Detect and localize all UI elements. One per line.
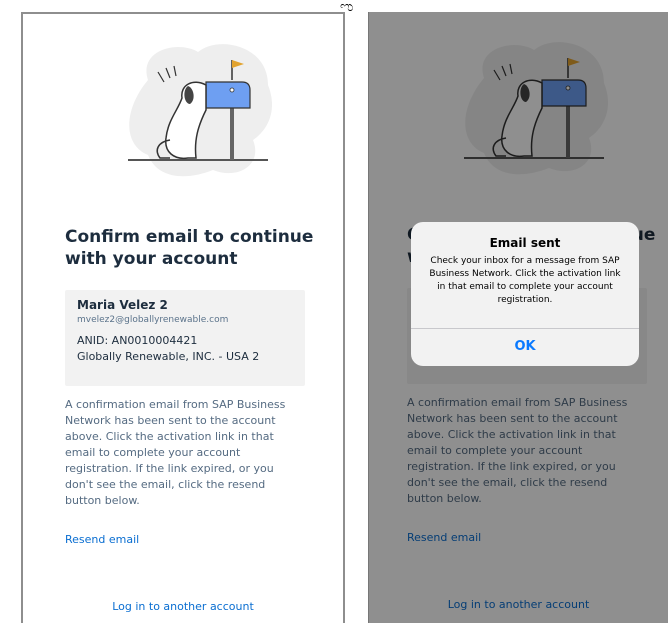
account-company: Globally Renewable, INC. - USA 2 bbox=[77, 350, 260, 363]
alert-message: Check your inbox for a message from SAP … bbox=[429, 256, 621, 305]
email-sent-alert: Email sent Check your inbox for a messag… bbox=[411, 222, 639, 366]
login-another-account-link[interactable]: Log in to another account bbox=[23, 600, 343, 613]
resend-email-link[interactable]: Resend email bbox=[65, 533, 139, 546]
alert-ok-button[interactable]: OK bbox=[411, 328, 639, 366]
account-card: Maria Velez 2 mvelez2@globallyrenewable.… bbox=[65, 290, 305, 386]
confirmation-message: A confirmation email from SAP Business N… bbox=[65, 398, 286, 507]
alert-title: Email sent bbox=[489, 236, 561, 250]
confirm-email-screen: Confirm email to continue with your acco… bbox=[21, 12, 345, 623]
dog-mailbox-illustration bbox=[128, 44, 272, 177]
confirm-email-screen-with-alert: Confirm email to continue with your acco… bbox=[368, 12, 668, 623]
account-anid: ANID: AN0010004421 bbox=[77, 334, 198, 347]
page-title: Confirm email to continue with your acco… bbox=[65, 227, 314, 269]
account-email: mvelez2@globallyrenewable.com bbox=[77, 315, 229, 325]
account-name: Maria Velez 2 bbox=[77, 298, 168, 312]
